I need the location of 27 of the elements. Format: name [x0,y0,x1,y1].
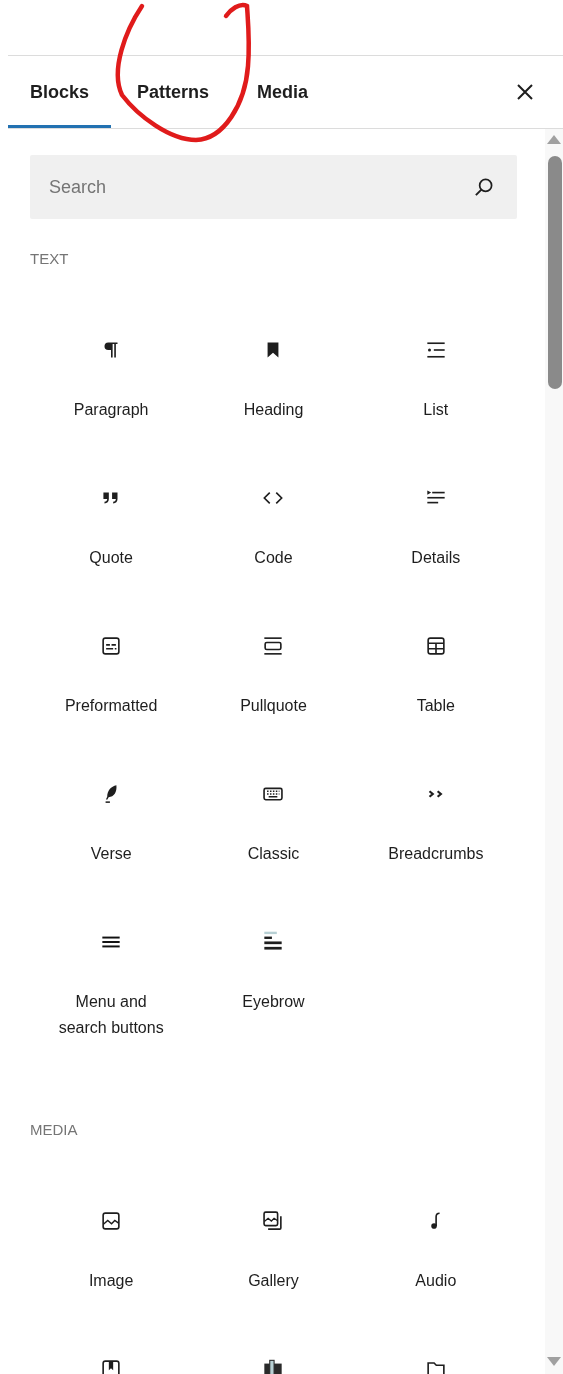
block-button[interactable]: Quote [30,429,193,577]
block-button[interactable]: Table [354,577,517,725]
block-button[interactable]: Breadcrumbs [354,725,517,873]
search-field[interactable]: Search [30,155,517,219]
category-heading: TEXT [30,249,70,269]
block-button[interactable]: List [354,281,517,429]
scroll-down-arrow[interactable] [546,1356,562,1368]
block-button[interactable]: Audio [354,1152,517,1300]
block-button[interactable]: Heading [192,281,355,429]
close-icon[interactable] [515,82,535,102]
block-button[interactable]: Eyebrow [192,873,355,1021]
scroll-up-arrow[interactable] [546,133,562,145]
tab[interactable]: Blocks [8,56,112,128]
tab[interactable]: Patterns [115,56,232,128]
block-button[interactable]: Preformatted [30,577,193,725]
category-heading: MEDIA [30,1120,79,1140]
scrollbar-thumb[interactable] [548,156,562,389]
block-button[interactable]: Menu and search buttons [30,873,193,1047]
block-button[interactable]: Code [192,429,355,577]
block-button[interactable]: Pullquote [192,577,355,725]
block-button[interactable]: Gallery [192,1152,355,1300]
block-button[interactable]: Details [354,429,517,577]
block-button[interactable]: Paragraph [30,281,193,429]
tab[interactable]: Media [235,56,331,128]
block-button[interactable]: Image [30,1152,193,1300]
block-button[interactable]: Verse [30,725,193,873]
block-button[interactable]: Classic [192,725,355,873]
